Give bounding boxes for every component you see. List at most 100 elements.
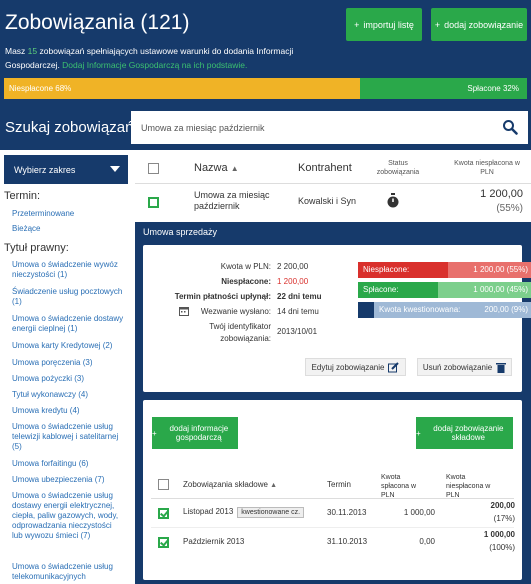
sub-row-percent: (100%) [489,543,515,552]
add-sub-obligation-button[interactable]: + dodaj zobowiązanie składowe [416,417,513,449]
divider [151,498,514,499]
sub-col-name-header[interactable]: Zobowiązania składowe ▲ [183,480,277,489]
plus-icon: + [354,19,360,30]
obligation-detail-panel: Umowa sprzedaży Kwota w PLN: 2 200,00 Ni… [135,222,531,584]
filter-legal-title[interactable]: Umowa kredytu (4) [12,406,124,416]
detail-info-card: Kwota w PLN: 2 200,00 Niespłacone: 1 200… [143,245,531,392]
disputed-badge: kwestionowane cz. [237,507,305,518]
summons-label: Wezwanie wysłano: [200,307,271,316]
sub-row-unpaid: 200,00 [490,501,515,510]
select-all-sub-checkbox[interactable] [158,479,169,490]
filter-legal-title[interactable]: Tytuł wykonawczy (4) [12,390,124,400]
filter-legal-title[interactable]: Umowa o świadczenie wywóz nieczystości (… [12,260,124,280]
import-list-label: importuj listę [363,19,414,30]
plus-icon: + [434,19,441,30]
filter-legal-title[interactable]: Świadczenie usług pocztowych (1) [12,287,124,307]
filter-legal-title[interactable]: Umowa o świadczenie usług dostawy energi… [12,491,124,541]
desc-text: Masz [5,46,28,56]
range-select[interactable]: Wybierz zakres [4,155,128,184]
stat-disputed-value: 200,00 (9%) [484,305,528,314]
stat-disputed: Kwota kwestionowana: 200,00 (9%) [358,302,531,318]
stopwatch-icon [387,193,399,208]
row-checkbox[interactable] [148,197,159,208]
row-contractor: Kowalski i Syn [298,196,357,206]
col-name-header[interactable]: Nazwa ▲ [194,162,239,174]
sub-col-term-header[interactable]: Termin [327,480,351,489]
col-amount-header[interactable]: Kwota niespłacona w PLN [447,159,527,177]
sub-row-unpaid: 1 000,00 [483,530,515,539]
id-value: 2013/10/01 [277,327,318,336]
sub-row-checkbox[interactable] [158,537,169,548]
divider [151,527,514,528]
filter-sidebar: Wybierz zakres Termin: Przeterminowane B… [0,150,133,584]
filter-overdue[interactable]: Przeterminowane [12,209,124,219]
sub-row-paid: 1 000,00 [403,508,435,517]
search-label: Szukaj zobowiązań: [5,119,138,136]
legal-title-heading: Tytuł prawny: [4,242,69,254]
edit-obligation-button[interactable]: Edytuj zobowiązanie [305,358,406,376]
add-obligation-label: dodaj zobowiązanie [444,19,524,30]
add-obligation-button[interactable]: + dodaj zobowiązanie [431,8,527,41]
sub-col-paid-header[interactable]: Kwota spłacona w PLN [381,473,429,500]
add-business-info-label: dodaj informacje gospodarczą [169,424,229,442]
search-value: Umowa za miesiąc październik [141,122,265,133]
add-business-info-link[interactable]: Dodaj Informacje Gospodarczą na ich pods… [62,60,247,70]
plus-icon: + [152,428,157,438]
add-sub-obligation-label: dodaj zobowiązanie składowe [433,424,504,442]
page-header: Zobowiązania (121) + importuj listę + do… [0,0,531,112]
stat-disputed-fill [358,302,374,318]
repayment-progress-bar: Niespłacone 68% Spłacone 32% [4,78,527,99]
detail-title: Umowa sprzedaży [143,227,218,237]
stat-disputed-label: Kwota kwestionowana: [379,305,461,314]
sub-row-term: 31.10.2013 [327,537,368,546]
col-status-header[interactable]: Status zobowiązania [373,159,423,177]
stat-unpaid: Niespłacone: 1 200,00 (55%) [358,262,531,278]
filter-legal-title[interactable]: Umowa ubezpieczenia (7) [12,475,124,485]
eligible-description: Masz 15 zobowiązań spełniających ustawow… [5,44,325,72]
due-value: 22 dni temu [277,292,322,301]
trash-icon [496,362,507,373]
stat-paid-value: 1 000,00 (45%) [438,282,531,298]
sub-row-name[interactable]: Listopad 2013 kwestionowane cz. [183,507,305,518]
stat-unpaid-value: 1 200,00 (55%) [448,262,531,278]
unpaid-segment: Niespłacone 68% [4,78,360,99]
due-label: Termin płatności upłynął: [174,292,271,301]
amount-value: 2 200,00 [277,262,309,271]
sub-col-unpaid-header[interactable]: Kwota niespłacona w PLN [446,473,502,500]
delete-obligation-button[interactable]: Usuń zobowiązanie [417,358,512,376]
summons-value: 14 dni temu [277,307,319,316]
filter-legal-title[interactable]: Umowa o świadczenie dostawy energii ciep… [12,314,124,334]
stat-disputed-row: Kwota kwestionowana: 200,00 (9%) [374,302,531,318]
range-select-label: Wybierz zakres [14,164,76,175]
col-contractor-header[interactable]: Kontrahent [298,162,352,174]
select-all-checkbox[interactable] [148,163,159,174]
row-name: Umowa za miesiąc październik [194,190,270,211]
filter-legal-title[interactable]: Umowa forfaitingu (6) [12,459,124,469]
delete-obligation-label: Usuń zobowiązanie [422,362,493,372]
import-list-button[interactable]: + importuj listę [346,8,422,41]
sort-asc-icon: ▲ [230,164,239,173]
filter-legal-title[interactable]: Umowa o świadczenie usług telekomunikacy… [12,562,124,582]
table-row[interactable]: Umowa za miesiąc październik Kowalski i … [135,184,531,222]
term-heading: Termin: [4,190,41,202]
filter-legal-title[interactable]: Umowa karty Kredytowej (2) [12,341,124,351]
search-icon[interactable] [502,119,518,135]
eligible-count: 15 [27,46,38,56]
stat-paid-label: Spłacone: [358,282,438,298]
plus-icon: + [416,428,421,438]
stat-paid: Spłacone: 1 000,00 (45%) [358,282,531,298]
add-business-info-button[interactable]: + dodaj informacje gospodarczą [152,417,238,449]
sub-row-name[interactable]: Październik 2013 [183,537,244,546]
search-input[interactable]: Umowa za miesiąc październik [131,111,528,144]
filter-legal-title[interactable]: Umowa o świadczenie usług telewizji kabl… [12,422,124,452]
sub-row-paid: 0,00 [419,537,435,546]
filter-current[interactable]: Bieżące [12,224,124,234]
filter-legal-title[interactable]: Umowa pożyczki (3) [12,374,124,384]
sub-col-name-label: Zobowiązania składowe [183,480,268,489]
table-header: Nazwa ▲ Kontrahent Status zobowiązania K… [135,150,531,184]
sub-row-percent: (17%) [493,514,515,523]
sub-row-checkbox[interactable] [158,508,169,519]
stat-unpaid-label: Niespłacone: [358,262,448,278]
page-title: Zobowiązania (121) [5,11,190,34]
filter-legal-title[interactable]: Umowa poręczenia (3) [12,358,124,368]
